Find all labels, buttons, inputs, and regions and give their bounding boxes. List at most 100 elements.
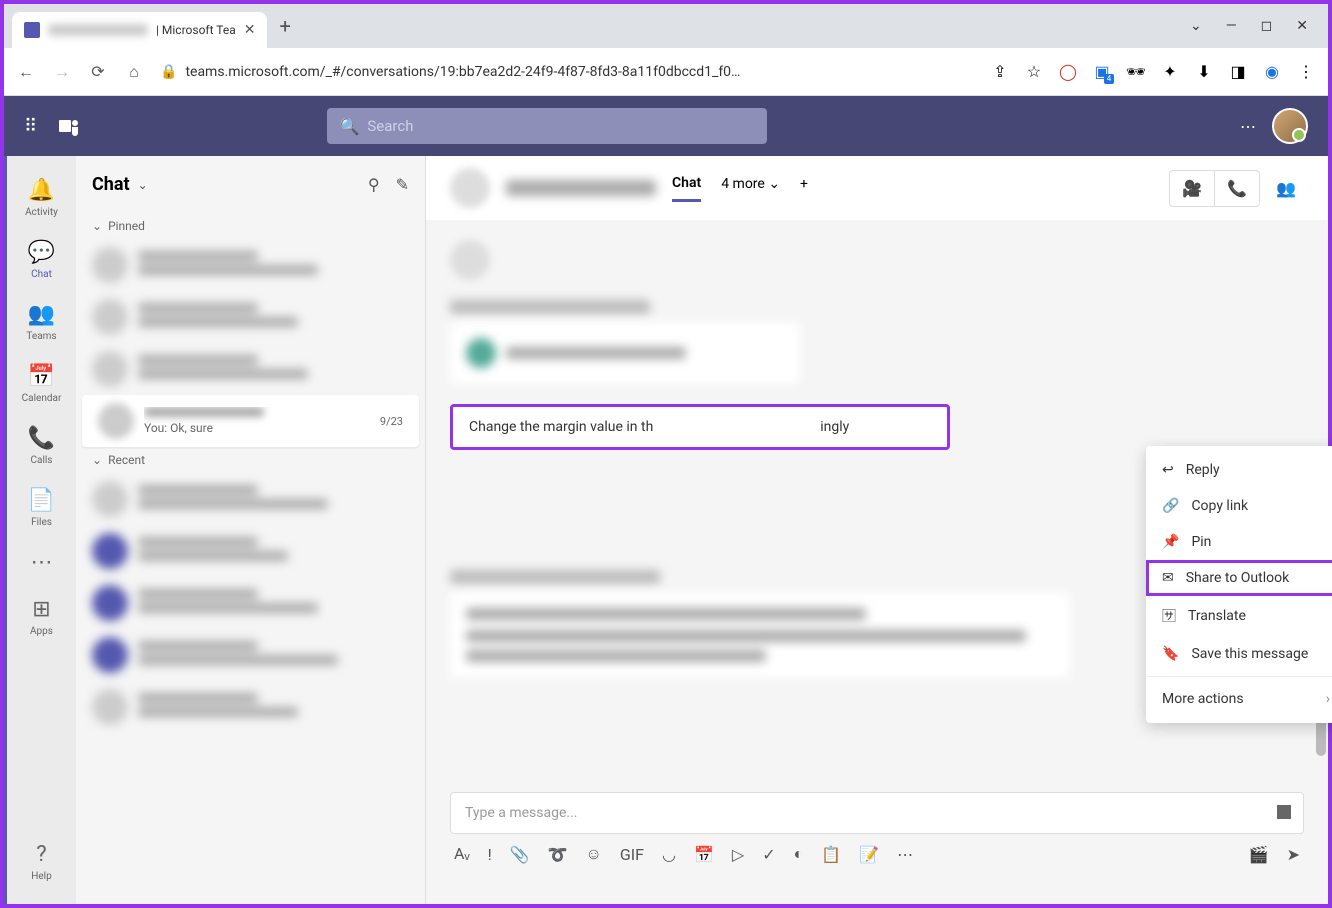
- rail-activity[interactable]: 🔔 Activity: [7, 168, 76, 228]
- more-apps-icon[interactable]: ⋯: [897, 845, 913, 864]
- ctx-label: More actions: [1162, 691, 1244, 707]
- ctx-more-actions[interactable]: More actions ›: [1146, 681, 1332, 717]
- new-chat-icon[interactable]: ✎: [396, 175, 409, 194]
- chevron-down-icon[interactable]: ⌄: [138, 178, 148, 192]
- home-button[interactable]: ⌂: [124, 62, 144, 82]
- extension-incognito-icon[interactable]: 🕶: [1126, 62, 1146, 82]
- chat-item[interactable]: [76, 629, 425, 681]
- rail-help[interactable]: ? Help: [7, 832, 76, 892]
- address-bar[interactable]: 🔒 teams.microsoft.com/_#/conversations/1…: [160, 64, 974, 80]
- rail-apps[interactable]: ⊞ Apps: [7, 587, 76, 647]
- forward-button[interactable]: →: [52, 62, 72, 82]
- profile-avatar[interactable]: [1272, 108, 1308, 144]
- bookmark-star-icon[interactable]: ☆: [1024, 62, 1044, 82]
- approval-icon[interactable]: ✓: [762, 845, 775, 864]
- rail-more[interactable]: ⋯: [7, 540, 76, 585]
- emoji-icon[interactable]: ☺: [586, 844, 602, 864]
- compose-placeholder: Type a message...: [465, 805, 577, 821]
- updates-icon[interactable]: 📝: [859, 845, 879, 864]
- more-options-icon[interactable]: ⋯: [1240, 117, 1256, 136]
- sticker-icon[interactable]: ◡: [662, 845, 676, 864]
- reload-button[interactable]: ⟳: [88, 62, 108, 82]
- rail-calendar[interactable]: 📅 Calendar: [7, 354, 76, 414]
- add-people-button[interactable]: 👥: [1268, 171, 1304, 206]
- chrome-menu-icon[interactable]: ⋮: [1296, 62, 1316, 82]
- search-input[interactable]: [367, 117, 755, 135]
- chat-item[interactable]: [76, 577, 425, 629]
- back-button[interactable]: ←: [16, 62, 36, 82]
- rail-label: Apps: [30, 626, 53, 637]
- audio-call-button[interactable]: 📞: [1215, 171, 1259, 206]
- chat-item-selected[interactable]: You: Ok, sure 9/23: [82, 395, 419, 447]
- add-tab-button[interactable]: +: [800, 176, 808, 200]
- new-tab-button[interactable]: +: [279, 14, 290, 38]
- compose-input[interactable]: Type a message...: [450, 792, 1304, 834]
- reply-icon: ↩: [1162, 462, 1174, 478]
- chat-item[interactable]: [76, 681, 425, 733]
- rail-files[interactable]: 📄 Files: [7, 478, 76, 538]
- message-redacted: [450, 322, 800, 384]
- rail-calls[interactable]: 📞 Calls: [7, 416, 76, 476]
- extension-shield-icon[interactable]: ◉: [1262, 62, 1282, 82]
- ctx-pin[interactable]: 📌 Pin: [1146, 524, 1332, 560]
- tab-close-icon[interactable]: ✕: [244, 22, 256, 38]
- extension-tabs-icon[interactable]: ▣: [1092, 62, 1112, 82]
- filter-icon[interactable]: ⚲: [368, 175, 380, 194]
- ctx-share-outlook[interactable]: ✉ Share to Outlook: [1146, 560, 1332, 596]
- app-launcher-icon[interactable]: ⠿: [24, 116, 37, 137]
- tab-search-icon[interactable]: ⌄: [1190, 18, 1202, 34]
- chat-item[interactable]: [76, 343, 425, 395]
- pinned-section[interactable]: ⌄ Pinned: [76, 213, 425, 239]
- recent-section[interactable]: ⌄ Recent: [76, 447, 425, 473]
- ctx-save[interactable]: 🔖 Save this message: [1146, 636, 1332, 672]
- highlighted-message[interactable]: Change the margin value in th ingly: [450, 404, 950, 450]
- teams-favicon: [24, 22, 40, 38]
- chat-item[interactable]: [76, 291, 425, 343]
- schedule-icon[interactable]: 📅: [694, 845, 714, 864]
- rail-teams[interactable]: 👥 Teams: [7, 292, 76, 352]
- video-clip-icon[interactable]: 🎬: [1249, 845, 1269, 864]
- window-controls: ⌄ — ◻ ✕: [1190, 18, 1320, 34]
- link-icon: 🔗: [1162, 498, 1179, 514]
- search-box[interactable]: 🔍: [327, 108, 767, 144]
- chat-name-redacted: [144, 407, 264, 417]
- chat-item[interactable]: [76, 525, 425, 577]
- format-icon[interactable]: Aᵥ: [454, 844, 470, 864]
- ctx-translate[interactable]: 🈂 Translate: [1146, 596, 1332, 636]
- viva-icon[interactable]: ◐: [794, 844, 804, 864]
- ctx-copy-link[interactable]: 🔗 Copy link: [1146, 488, 1332, 524]
- ctx-label: Share to Outlook: [1186, 570, 1289, 586]
- downloads-icon[interactable]: ⬇: [1194, 62, 1214, 82]
- tab-chat[interactable]: Chat: [672, 175, 701, 202]
- compose-expand-icon[interactable]: [1277, 805, 1291, 819]
- redacted-line: [450, 300, 650, 314]
- priority-icon[interactable]: !: [488, 845, 492, 864]
- maximize-button[interactable]: ◻: [1261, 18, 1273, 34]
- chat-item[interactable]: [76, 239, 425, 291]
- send-button[interactable]: ➤: [1287, 845, 1300, 864]
- chat-tabs: Chat 4 more ⌄ +: [672, 175, 808, 202]
- sidepanel-icon[interactable]: ◨: [1228, 62, 1248, 82]
- extensions-puzzle-icon[interactable]: ✦: [1160, 62, 1180, 82]
- bookmark-icon: 🔖: [1162, 646, 1179, 662]
- extension-adblock-icon[interactable]: ◯: [1058, 62, 1078, 82]
- video-call-button[interactable]: 🎥: [1170, 171, 1215, 206]
- chat-list-header: Chat ⌄ ⚲ ✎: [76, 156, 425, 213]
- rail-chat[interactable]: 💬 Chat: [7, 230, 76, 290]
- file-icon: 📄: [28, 488, 55, 513]
- minimize-button[interactable]: —: [1226, 18, 1237, 34]
- share-icon[interactable]: ⇪: [990, 62, 1010, 82]
- browser-tab[interactable]: | Microsoft Tea ✕: [12, 12, 267, 48]
- close-window-button[interactable]: ✕: [1296, 18, 1308, 34]
- loop-icon[interactable]: ➰: [548, 845, 568, 864]
- teams-logo-icon: [57, 114, 81, 138]
- tab-title-redacted: [48, 24, 148, 36]
- chat-item[interactable]: [76, 473, 425, 525]
- chat-list-title: Chat: [92, 174, 130, 195]
- polls-icon[interactable]: 📋: [821, 845, 841, 864]
- attach-icon[interactable]: 📎: [510, 845, 530, 864]
- gif-icon[interactable]: GIF: [620, 845, 644, 864]
- stream-icon[interactable]: ▷: [732, 845, 744, 864]
- ctx-reply[interactable]: ↩ Reply: [1146, 452, 1332, 488]
- tab-more[interactable]: 4 more ⌄: [721, 176, 780, 200]
